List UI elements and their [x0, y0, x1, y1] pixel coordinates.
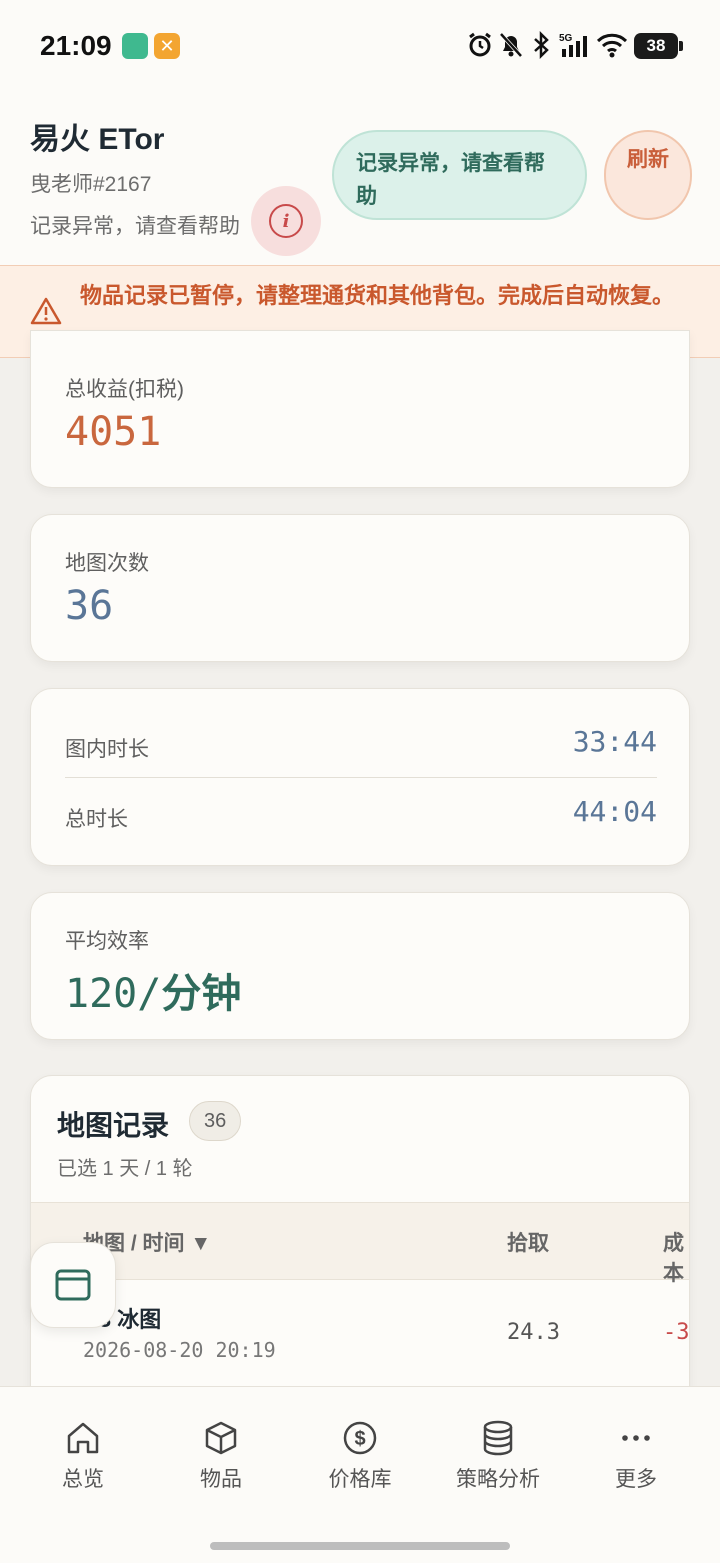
table-header: 地图 / 时间 ▼ 拾取 成本 — [31, 1202, 689, 1285]
battery-indicator: 38 — [634, 33, 683, 59]
column-pickup[interactable]: 拾取 — [507, 1227, 549, 1257]
info-icon: i — [269, 204, 303, 238]
svg-text:5G: 5G — [559, 33, 573, 44]
map-count-card: 地图次数 36 — [30, 514, 690, 662]
table-row[interactable]: U3 冰图 2026-08-20 20:19 24.3 -3 — [31, 1280, 690, 1390]
app-notification-icon — [122, 33, 148, 59]
status-time: 21:09 — [40, 30, 112, 61]
box-icon — [205, 1421, 237, 1455]
app-title: 易火 ETor — [30, 123, 165, 156]
user-name: 曳老师#2167 — [30, 173, 152, 196]
efficiency-label: 平均效率 — [65, 930, 149, 953]
map-count-label: 地图次数 — [65, 552, 149, 575]
total-duration-value: 44:04 — [572, 795, 657, 828]
nav-overview-label: 总览 — [62, 1468, 104, 1491]
in-map-duration-value: 33:44 — [572, 725, 657, 758]
in-map-duration-row: 图内时长 33:44 — [65, 725, 657, 765]
database-icon — [483, 1420, 513, 1456]
svg-text:$: $ — [354, 1428, 365, 1450]
income-label: 总收益(扣税) — [65, 378, 184, 401]
tool-notification-icon: ✕ — [154, 33, 180, 59]
info-button[interactable]: i — [251, 186, 321, 256]
floating-window-button[interactable] — [30, 1242, 116, 1328]
total-duration-row: 总时长 44:04 — [65, 795, 657, 835]
income-value: 4051 — [65, 409, 162, 455]
dollar-icon: $ — [343, 1421, 377, 1455]
warning-icon — [30, 297, 62, 325]
column-cost[interactable]: 成本 — [663, 1227, 689, 1287]
nav-more[interactable]: 更多 — [567, 1419, 705, 1493]
more-icon — [622, 1435, 650, 1441]
home-indicator[interactable] — [210, 1542, 510, 1550]
wifi-icon — [596, 33, 628, 58]
nav-price-db[interactable]: $ 价格库 — [291, 1419, 429, 1493]
nav-strategy[interactable]: 策略分析 — [429, 1419, 567, 1493]
records-title: 地图记录 — [57, 1110, 170, 1141]
row-cost: -3 — [663, 1320, 690, 1345]
income-card: 总收益(扣税) 4051 — [30, 330, 690, 488]
efficiency-number: 120/ — [65, 971, 162, 1017]
row-pickup: 24.3 — [507, 1320, 560, 1345]
record-error-text: 记录异常，请查看帮助 — [30, 215, 240, 238]
records-selection-summary: 已选 1 天 / 1 轮 — [57, 1158, 193, 1180]
app-header: 易火 ETor 曳老师#2167 记录异常，请查看帮助 i 记录异常，请查看帮助… — [0, 92, 720, 265]
records-count-badge: 36 — [189, 1101, 242, 1141]
map-records-card: 地图记录 36 已选 1 天 / 1 轮 地图 / 时间 ▼ 拾取 成本 U3 … — [30, 1075, 690, 1405]
status-bar: 21:09 ✕ 5G 38 — [0, 0, 720, 92]
nav-overview[interactable]: 总览 — [14, 1419, 152, 1493]
bell-off-icon — [499, 32, 523, 58]
efficiency-value: 120/分钟 — [65, 961, 241, 1019]
refresh-button[interactable]: 刷新 — [604, 130, 692, 220]
duration-card: 图内时长 33:44 总时长 44:04 — [30, 688, 690, 866]
nav-items-label: 物品 — [200, 1468, 242, 1491]
bottom-navigation: 总览 物品 $ 价格库 策略分析 更多 — [0, 1386, 720, 1563]
nav-price-db-label: 价格库 — [328, 1468, 392, 1491]
efficiency-card: 平均效率 120/分钟 — [30, 892, 690, 1040]
home-icon — [67, 1422, 99, 1454]
window-icon — [55, 1269, 91, 1301]
nav-more-label: 更多 — [615, 1468, 657, 1491]
help-button[interactable]: 记录异常，请查看帮助 — [332, 130, 587, 220]
bluetooth-icon — [534, 30, 549, 60]
total-duration-label: 总时长 — [65, 808, 128, 831]
warning-text: 物品记录已暂停，请整理通货和其他背包。完成后自动恢复。 — [80, 283, 675, 308]
divider — [65, 777, 657, 778]
signal-5g-icon: 5G — [559, 33, 587, 57]
nav-strategy-label: 策略分析 — [456, 1468, 540, 1491]
nav-items[interactable]: 物品 — [152, 1419, 290, 1493]
row-timestamp: 2026-08-20 20:19 — [83, 1338, 276, 1362]
alarm-icon — [469, 32, 491, 57]
efficiency-unit: 分钟 — [161, 972, 242, 1016]
in-map-duration-label: 图内时长 — [65, 738, 149, 761]
map-count-value: 36 — [65, 583, 114, 629]
